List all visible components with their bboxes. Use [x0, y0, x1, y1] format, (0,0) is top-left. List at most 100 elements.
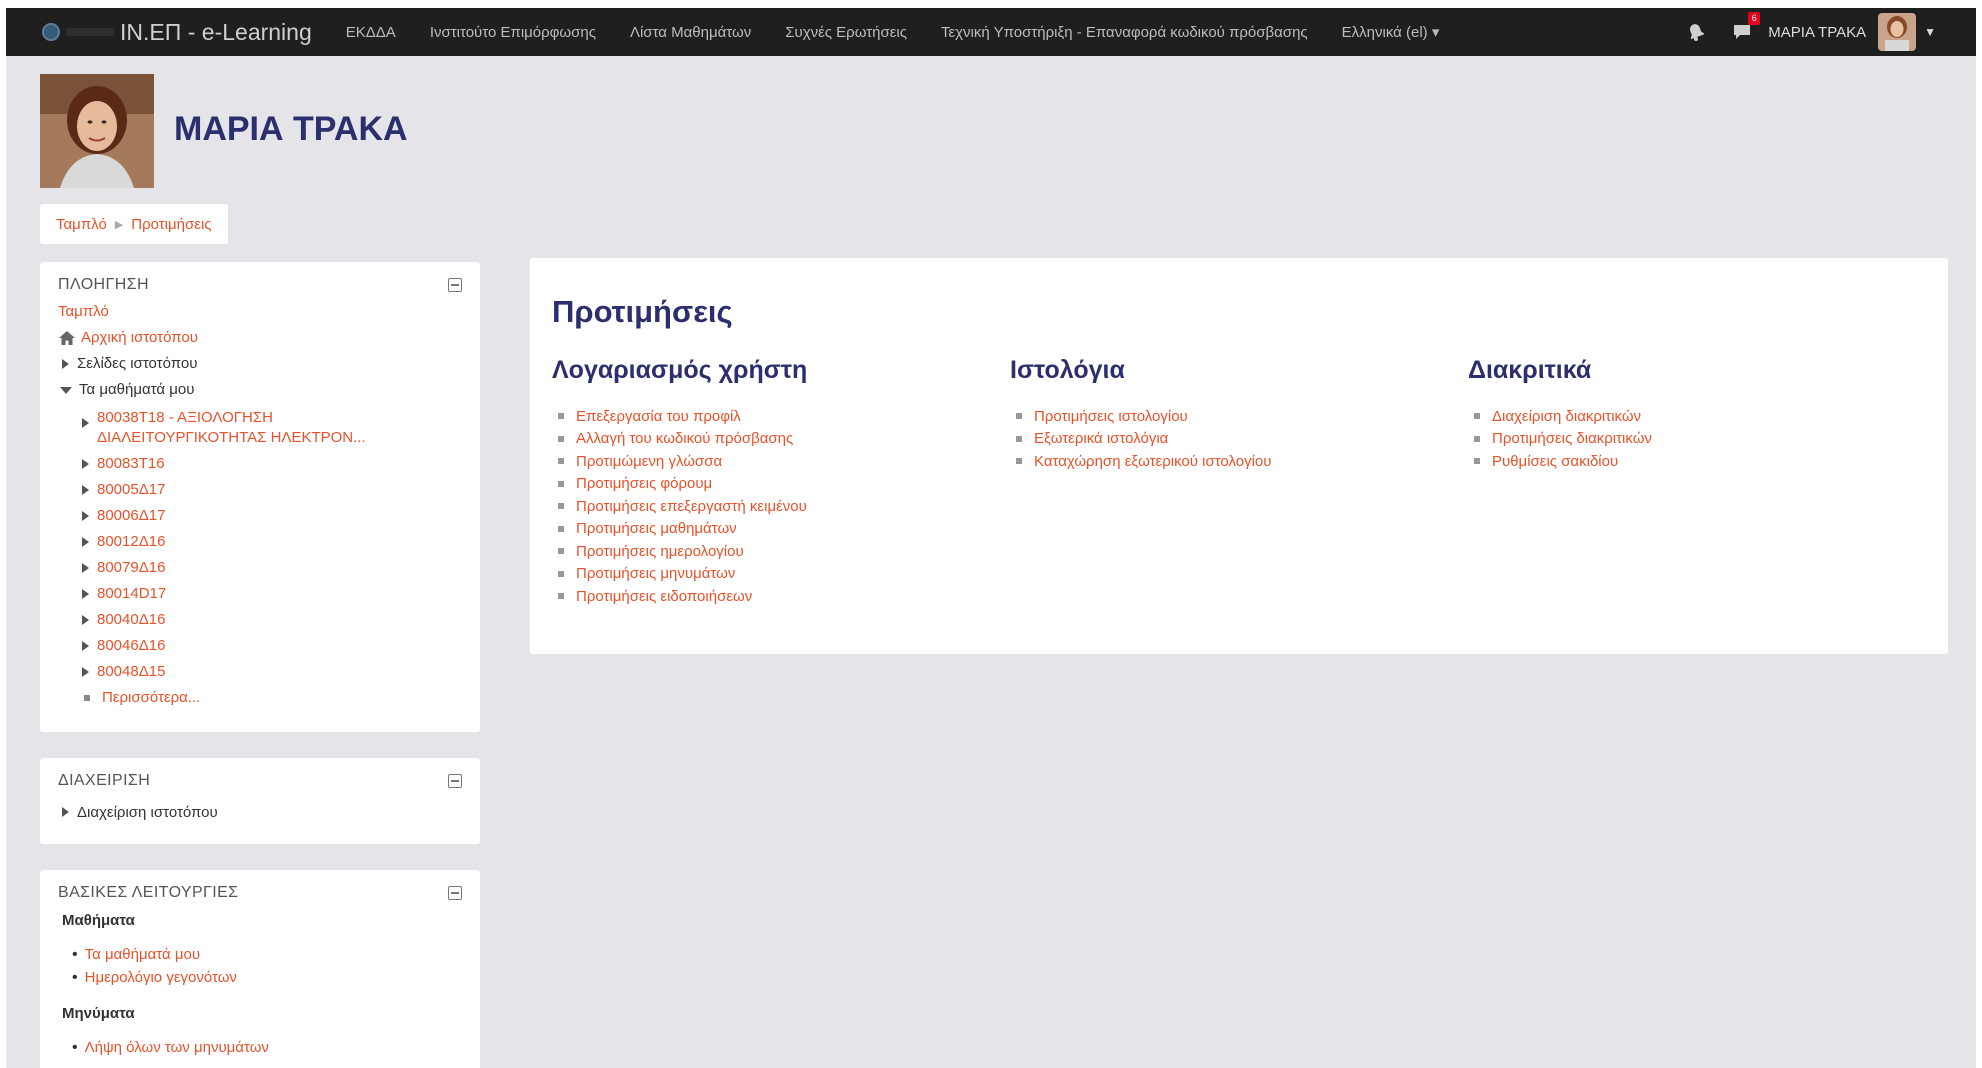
nav-my-courses[interactable]: Τα μαθήματά μου	[79, 382, 194, 397]
manage-badges-link[interactable]: Διαχείριση διακριτικών	[1492, 408, 1641, 425]
preferences-columns: Λογαριασμός χρήστη Επεξεργασία του προφί…	[552, 356, 1926, 608]
blogs-column: Ιστολόγια Προτιμήσεις ιστολογίου Εξωτερι…	[1010, 356, 1468, 608]
nav-link-support[interactable]: Τεχνική Υποστήριξη - Επαναφορά κωδικού π…	[941, 24, 1308, 41]
basic-functions-block-header: ΒΑΣΙΚΕΣ ΛΕΙΤΟΥΡΓΙΕΣ	[58, 884, 462, 902]
courses-link-list: Τα μαθήματά μου Ημερολόγιο γεγονότων	[72, 943, 462, 989]
expand-arrow-icon[interactable]	[82, 563, 89, 573]
top-navbar: IN.ΕΠ - e-Learning ΕΚΔΔΑ Ινστιτούτο Επιμ…	[6, 8, 1976, 56]
nav-link-course-list[interactable]: Λίστα Μαθημάτων	[630, 24, 751, 41]
navbar-user-area: 6 ΜΑΡΙΑ ΤΡΑΚΑ ▼	[1686, 8, 1976, 56]
basic-functions-block: ΒΑΣΙΚΕΣ ΛΕΙΤΟΥΡΓΙΕΣ Μαθήματα Τα μαθήματά…	[40, 870, 480, 1068]
nav-course-item[interactable]: 80048Δ15	[97, 664, 165, 679]
expand-arrow-icon[interactable]	[82, 641, 89, 651]
nav-course-item[interactable]: 80012Δ16	[97, 534, 165, 549]
get-all-messages-link[interactable]: Λήψη όλων των μηνυμάτων	[85, 1039, 269, 1056]
badges-column: Διακριτικά Διαχείριση διακριτικών Προτιμ…	[1468, 356, 1926, 608]
page-title: Προτιμήσεις	[552, 294, 733, 329]
expand-arrow-icon[interactable]	[82, 485, 89, 495]
badges-links: Διαχείριση διακριτικών Προτιμήσεις διακρ…	[1468, 405, 1926, 473]
nav-site-pages[interactable]: Σελίδες ιστοτόπου	[77, 356, 197, 371]
navigation-block: ΠΛΟΗΓΗΣΗ Ταμπλό Αρχική ιστοτόπου Σελίδες…	[40, 262, 480, 732]
nav-course-item[interactable]: 80006Δ17	[97, 508, 165, 523]
my-courses-link[interactable]: Τα μαθήματά μου	[85, 946, 200, 963]
notification-preferences-link[interactable]: Προτιμήσεις ειδοποιήσεων	[576, 588, 752, 605]
collapse-icon[interactable]	[448, 886, 462, 900]
preferences-panel: Προτιμήσεις Λογαριασμός χρήστη Επεξεργασ…	[530, 258, 1948, 654]
profile-picture	[40, 74, 154, 188]
expand-arrow-icon[interactable]	[82, 418, 89, 428]
forum-preferences-link[interactable]: Προτιμήσεις φόρουμ	[576, 475, 712, 492]
messages-link-list: Λήψη όλων των μηνυμάτων	[72, 1036, 462, 1059]
external-blogs-link[interactable]: Εξωτερικά ιστολόγια	[1034, 430, 1168, 447]
editor-preferences-link[interactable]: Προτιμήσεις επεξεργαστή κειμένου	[576, 498, 807, 515]
nav-course-item[interactable]: 80083Τ16	[97, 456, 165, 471]
site-logo-icon[interactable]	[42, 23, 60, 41]
expand-arrow-icon[interactable]	[82, 615, 89, 625]
navigation-block-title: ΠΛΟΗΓΗΣΗ	[58, 276, 149, 293]
collapse-icon[interactable]	[448, 774, 462, 788]
calendar-preferences-link[interactable]: Προτιμήσεις ημερολογίου	[576, 543, 744, 560]
expand-arrow-icon[interactable]	[62, 807, 69, 817]
language-menu[interactable]: Ελληνικά (el) ▾	[1342, 23, 1440, 41]
basic-functions-block-title: ΒΑΣΙΚΕΣ ΛΕΙΤΟΥΡΓΙΕΣ	[58, 884, 239, 901]
collapse-arrow-icon[interactable]	[60, 387, 72, 394]
section-title: Διακριτικά	[1468, 356, 1592, 384]
expand-arrow-icon[interactable]	[62, 359, 69, 369]
preferred-language-link[interactable]: Προτιμώμενη γλώσσα	[576, 453, 722, 470]
site-administration-link[interactable]: Διαχείριση ιστοτόπου	[77, 804, 218, 821]
blogs-links: Προτιμήσεις ιστολογίου Εξωτερικά ιστολόγ…	[1010, 405, 1468, 473]
profile-name: ΜΑΡΙΑ ΤΡΑΚΑ	[174, 110, 408, 148]
expand-arrow-icon[interactable]	[82, 589, 89, 599]
site-logo-text	[66, 28, 114, 36]
nav-link-ekdda[interactable]: ΕΚΔΔΑ	[346, 24, 396, 41]
nav-course-item[interactable]: 80079Δ16	[97, 560, 165, 575]
administration-block: ΔΙΑΧΕΙΡΙΣΗ Διαχείριση ιστοτόπου	[40, 758, 480, 844]
administration-block-title: ΔΙΑΧΕΙΡΙΣΗ	[58, 772, 151, 789]
navigation-block-header: ΠΛΟΗΓΗΣΗ	[58, 276, 462, 294]
expand-arrow-icon[interactable]	[82, 667, 89, 677]
user-avatar[interactable]	[1878, 13, 1917, 51]
nav-course-item[interactable]: 80046Δ16	[97, 638, 165, 653]
site-title[interactable]: IN.ΕΠ - e-Learning	[120, 19, 312, 46]
messages-icon[interactable]: 6	[1732, 12, 1761, 42]
blog-preferences-link[interactable]: Προτιμήσεις ιστολογίου	[1034, 408, 1188, 425]
nav-link-faq[interactable]: Συχνές Ερωτήσεις	[785, 24, 907, 41]
nav-course-item[interactable]: 80040Δ16	[97, 612, 165, 627]
change-password-link[interactable]: Αλλαγή του κωδικού πρόσβασης	[576, 430, 793, 447]
user-menu-caret-icon[interactable]: ▼	[1924, 25, 1936, 39]
message-count-badge: 6	[1748, 12, 1761, 25]
backpack-settings-link[interactable]: Ρυθμίσεις σακιδίου	[1492, 453, 1618, 470]
edit-profile-link[interactable]: Επεξεργασία του προφίλ	[576, 408, 741, 425]
breadcrumb-preferences[interactable]: Προτιμήσεις	[131, 216, 211, 233]
badge-preferences-link[interactable]: Προτιμήσεις διακριτικών	[1492, 430, 1652, 447]
courses-heading: Μαθήματα	[62, 912, 135, 929]
section-title: Λογαριασμός χρήστη	[552, 356, 808, 384]
screen: IN.ΕΠ - e-Learning ΕΚΔΔΑ Ινστιτούτο Επιμ…	[6, 8, 1976, 1068]
section-title: Ιστολόγια	[1010, 356, 1125, 384]
nav-site-home-link[interactable]: Αρχική ιστοτόπου	[81, 330, 198, 345]
user-menu-name[interactable]: ΜΑΡΙΑ ΤΡΑΚΑ	[1768, 24, 1866, 41]
messages-heading: Μηνύματα	[62, 1005, 135, 1022]
breadcrumb-dashboard[interactable]: Ταμπλό	[56, 216, 107, 233]
breadcrumb-separator-icon: ▶	[114, 218, 124, 231]
nav-course-item[interactable]: 80038Τ18 - ΑΞΙΟΛΟΓΗΣΗ ΔΙΑΛΕΙΤΟΥΡΓΙΚΟΤΗΤΑ…	[97, 408, 387, 447]
expand-arrow-icon[interactable]	[82, 511, 89, 521]
collapse-icon[interactable]	[448, 278, 462, 292]
nav-more-link[interactable]: Περισσότερα...	[102, 690, 200, 705]
nav-course-item[interactable]: 80005Δ17	[97, 482, 165, 497]
breadcrumb: Ταμπλό ▶ Προτιμήσεις	[40, 204, 228, 244]
nav-course-item[interactable]: 80014D17	[97, 586, 166, 601]
course-preferences-link[interactable]: Προτιμήσεις μαθημάτων	[576, 520, 737, 537]
nav-link-institute[interactable]: Ινστιτούτο Επιμόρφωσης	[430, 24, 596, 41]
nav-dashboard-link[interactable]: Ταμπλό	[58, 304, 109, 319]
message-preferences-link[interactable]: Προτιμήσεις μηνυμάτων	[576, 565, 735, 582]
bell-icon[interactable]	[1686, 22, 1706, 42]
administration-block-header: ΔΙΑΧΕΙΡΙΣΗ	[58, 772, 462, 790]
expand-arrow-icon[interactable]	[82, 537, 89, 547]
events-calendar-link[interactable]: Ημερολόγιο γεγονότων	[85, 969, 237, 986]
register-external-blog-link[interactable]: Καταχώρηση εξωτερικού ιστολογίου	[1034, 453, 1271, 470]
home-icon	[59, 331, 75, 345]
bullet-icon	[84, 695, 90, 701]
expand-arrow-icon[interactable]	[82, 459, 89, 469]
user-account-column: Λογαριασμός χρήστη Επεξεργασία του προφί…	[552, 356, 1010, 608]
